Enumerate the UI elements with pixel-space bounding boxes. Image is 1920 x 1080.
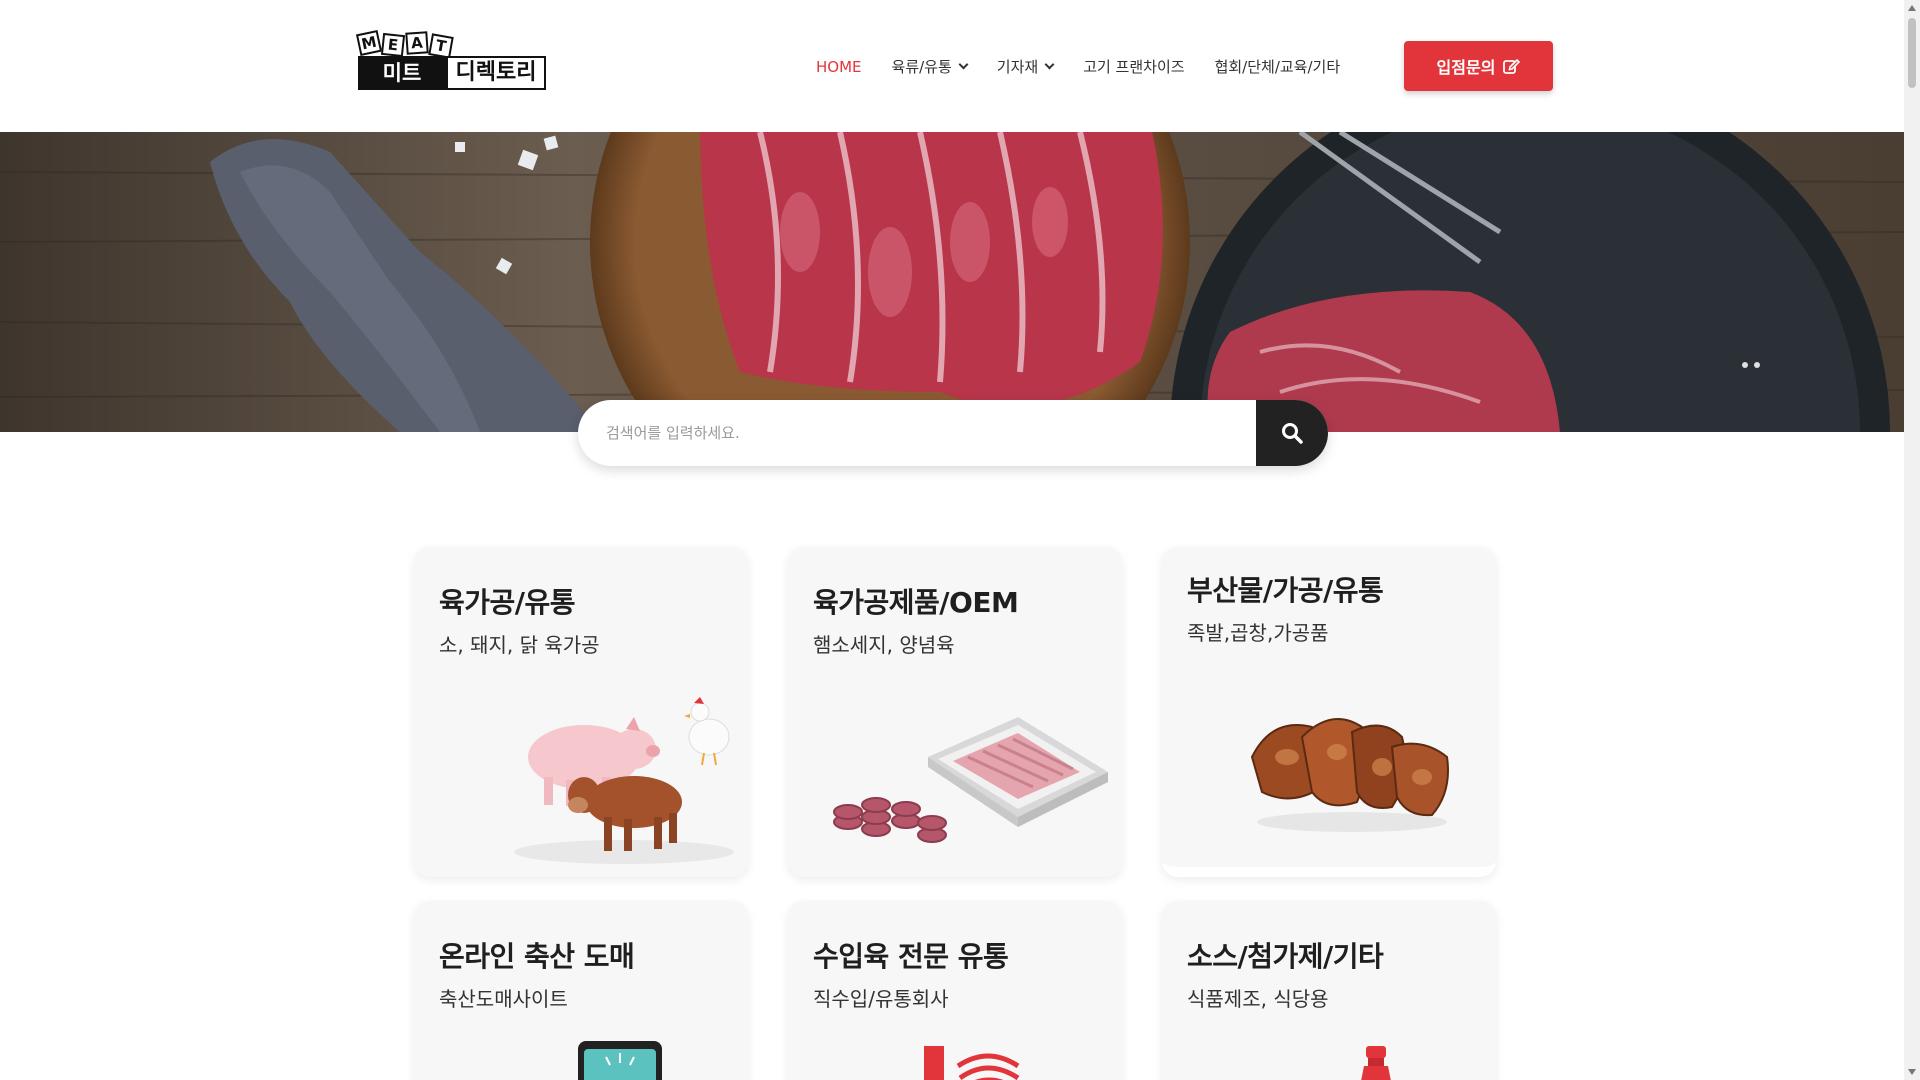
card-subtitle: 축산도매사이트 [439,987,568,1011]
scroll-up-arrow-icon[interactable] [1908,5,1916,11]
category-card-meat-processing[interactable]: 육가공/유통 소, 돼지, 닭 육가공 [414,547,748,877]
main-nav: HOME 육류/유통 기자재 고기 프랜차이즈 협회/단체/교육/기타 [816,56,1370,77]
nav-item-association[interactable]: 협회/단체/교육/기타 [1215,56,1341,77]
slider-dots[interactable] [1742,362,1760,368]
store-inquiry-button[interactable]: 입점문의 [1404,41,1553,91]
category-card-processed-products[interactable]: 육가공제품/OEM 햄소세지, 양념육 [788,547,1122,877]
sauce-bottle-illustration [1361,1046,1391,1080]
edit-icon [1503,58,1521,74]
logo-letter: T [428,33,454,59]
card-subtitle: 햄소세지, 양념육 [813,633,955,657]
category-card-imported-meat[interactable]: 수입육 전문 유통 직수입/유통회사 [788,901,1122,1080]
logo-meat-letters: M E A T [355,29,454,59]
slider-dot[interactable] [1754,362,1760,368]
chevron-down-icon [958,59,969,70]
card-title: 온라인 축산 도매 [439,940,635,973]
nav-item-meat-distribution[interactable]: 육류/유통 [891,56,969,77]
category-card-byproducts[interactable]: 부산물/가공/유통 족발,곱창,가공품 [1162,547,1496,877]
logo-letter: M [355,29,383,57]
nav-item-label: 육류/유통 [891,58,952,76]
search-button[interactable] [1256,400,1328,466]
card-title: 부산물/가공/유통 [1187,574,1384,607]
card-title: 육가공/유통 [439,586,576,619]
card-title: 소스/첨가제/기타 [1187,940,1384,973]
card-subtitle: 족발,곱창,가공품 [1187,621,1329,645]
card-title: 육가공제품/OEM [813,586,1019,619]
scroll-down-arrow-icon[interactable] [1908,1069,1916,1075]
logo-letter: A [405,31,429,55]
category-card-online-wholesale[interactable]: 온라인 축산 도매 축산도매사이트 [414,901,748,1080]
hero-banner [0,132,1904,432]
page-scrollbar[interactable] [1904,0,1920,1080]
search-icon [1282,423,1303,444]
search-input[interactable] [578,400,1256,466]
nav-item-franchise[interactable]: 고기 프랜차이즈 [1083,56,1184,77]
pork-hock-illustration [1250,718,1449,832]
nav-item-home[interactable]: HOME [816,58,862,76]
card-subtitle: 식품제조, 식당용 [1187,987,1329,1011]
nav-item-equipment[interactable]: 기자재 [996,56,1055,77]
scroll-thumb[interactable] [1908,18,1916,88]
nav-item-label: HOME [816,57,862,76]
card-subtitle: 소, 돼지, 닭 육가공 [439,633,600,657]
slider-dot[interactable] [1742,362,1748,368]
cta-label: 입점문의 [1436,58,1496,77]
sausage-ham-illustration [833,717,1108,843]
nav-item-label: 기자재 [996,58,1039,76]
chevron-down-icon [1044,59,1055,70]
card-title: 수입육 전문 유통 [813,940,1009,973]
nav-item-label: 협회/단체/교육/기타 [1214,58,1341,76]
search-bar [578,400,1328,466]
import-illustration [924,1046,1020,1080]
logo-right-text: 디렉토리 [446,56,546,90]
nav-item-label: 고기 프랜차이즈 [1083,58,1185,76]
tablet-illustration [578,1041,662,1080]
category-card-sauces-additives[interactable]: 소스/첨가제/기타 식품제조, 식당용 [1162,901,1496,1080]
logo-left-text: 미트 [358,56,446,90]
logo-letter: E [380,32,406,58]
hero-meat-image [0,132,1904,432]
card-subtitle: 직수입/유통회사 [813,987,949,1011]
site-logo[interactable]: M E A T 미트 디렉토리 [355,29,550,90]
site-header: M E A T 미트 디렉토리 HOME 육류/유통 기자재 고기 프랜차이즈 … [0,0,1904,132]
livestock-illustration [514,697,734,864]
